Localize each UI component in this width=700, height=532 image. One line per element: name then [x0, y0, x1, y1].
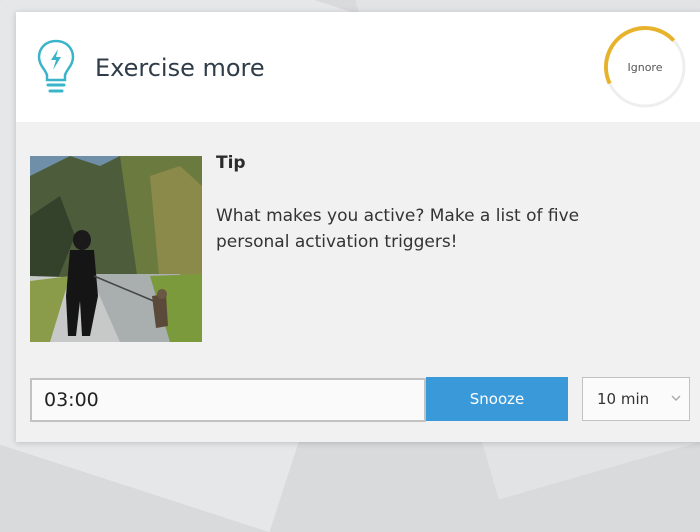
snooze-duration-select[interactable]: 10 min	[582, 377, 690, 421]
tip-label: Tip	[216, 153, 246, 173]
card-header: Exercise more Ignore	[16, 12, 700, 122]
time-input[interactable]: 03:00	[30, 378, 426, 422]
snooze-button[interactable]: Snooze	[426, 377, 568, 421]
tip-photo	[30, 156, 202, 342]
page-title: Exercise more	[95, 54, 265, 82]
ignore-label: Ignore	[627, 60, 663, 74]
tip-body: What makes you active? Make a list of fi…	[216, 206, 580, 252]
duration-value: 10 min	[597, 390, 650, 408]
lightbulb-icon	[37, 39, 75, 93]
exercise-card: Exercise more Ignore Tip What makes you …	[16, 12, 700, 442]
chevron-down-icon	[671, 395, 681, 401]
ignore-button[interactable]: Ignore	[602, 24, 688, 110]
